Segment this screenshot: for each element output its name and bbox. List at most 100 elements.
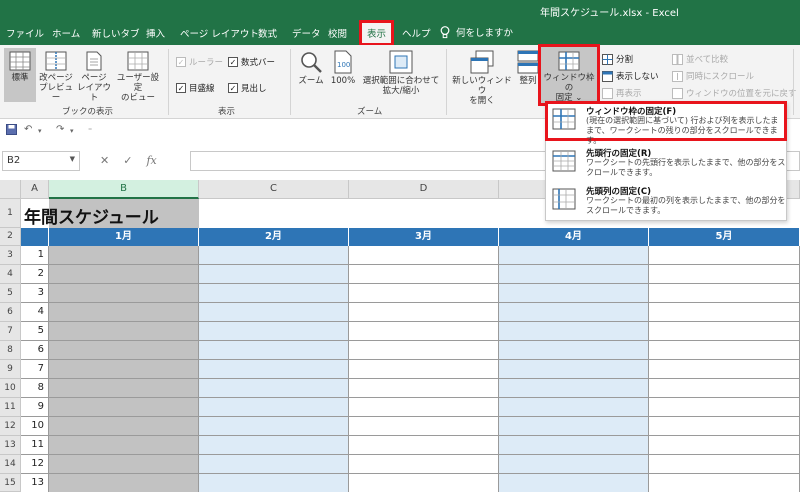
normal-view-button[interactable]: 標準 <box>4 48 36 102</box>
zoom-selection-button[interactable]: 選択範囲に合わせて 拡大/縮小 <box>360 48 442 96</box>
column-header-c[interactable]: C <box>199 180 349 199</box>
tab-help[interactable]: ヘルプ <box>402 26 431 40</box>
table-cell[interactable] <box>199 303 349 322</box>
table-cell[interactable] <box>649 265 800 284</box>
tab-insert[interactable]: 挿入 <box>146 26 165 40</box>
table-cell[interactable] <box>499 436 649 455</box>
redo-dropdown-icon[interactable]: ▾ <box>70 127 74 135</box>
gridlines-checkbox[interactable]: ✓ 目盛線 <box>176 82 215 94</box>
hide-button[interactable]: 表示しない <box>602 70 659 82</box>
table-cell[interactable] <box>199 417 349 436</box>
table-cell[interactable] <box>49 398 199 417</box>
table-cell[interactable] <box>349 303 499 322</box>
row-number-cell[interactable]: 4 <box>21 303 49 322</box>
tab-home[interactable]: ホーム <box>52 26 80 40</box>
row-header[interactable]: 13 <box>0 436 21 455</box>
menu-item-freeze-first-column[interactable]: 先頭列の固定(C) ワークシートの最初の列を表示したままで、他の部分をスクロール… <box>546 182 786 220</box>
table-cell[interactable] <box>199 265 349 284</box>
row-number-cell[interactable]: 10 <box>21 417 49 436</box>
table-cell[interactable] <box>349 246 499 265</box>
tab-view[interactable]: 表示 <box>358 20 395 46</box>
enter-icon[interactable]: ✓ <box>123 154 132 167</box>
column-header-d[interactable]: D <box>349 180 499 199</box>
row-number-cell[interactable]: 2 <box>21 265 49 284</box>
tab-data[interactable]: データ <box>292 26 321 40</box>
redo-icon[interactable]: ↷ <box>56 124 64 135</box>
table-cell[interactable] <box>649 341 800 360</box>
table-cell[interactable] <box>49 341 199 360</box>
row-number-cell[interactable]: 6 <box>21 341 49 360</box>
table-cell[interactable] <box>499 265 649 284</box>
table-cell[interactable] <box>49 417 199 436</box>
row-header[interactable]: 7 <box>0 322 21 341</box>
new-window-button[interactable]: 新しいウィンドウ を開く <box>450 48 514 106</box>
table-cell[interactable] <box>199 246 349 265</box>
row-header[interactable]: 4 <box>0 265 21 284</box>
table-cell[interactable] <box>349 436 499 455</box>
page-layout-button[interactable]: ページ レイアウト <box>76 48 112 103</box>
table-cell[interactable] <box>199 322 349 341</box>
row-header[interactable]: 8 <box>0 341 21 360</box>
table-cell[interactable] <box>499 379 649 398</box>
table-cell[interactable] <box>49 436 199 455</box>
table-cell[interactable] <box>649 360 800 379</box>
column-header-a[interactable]: A <box>21 180 49 199</box>
table-cell[interactable] <box>199 360 349 379</box>
headings-checkbox[interactable]: ✓ 見出し <box>228 82 267 94</box>
table-cell[interactable] <box>49 360 199 379</box>
tab-new[interactable]: 新しいタブ <box>92 26 140 40</box>
menu-item-freeze-top-row[interactable]: 先頭行の固定(R) ワークシートの先頭行を表示したままで、他の部分をスクロールで… <box>546 144 786 182</box>
sheet-title[interactable]: 年間スケジュール <box>21 199 199 228</box>
table-cell[interactable] <box>649 398 800 417</box>
save-icon[interactable] <box>6 124 17 138</box>
table-cell[interactable] <box>349 474 499 492</box>
tell-me[interactable]: 何をしますか <box>440 25 513 39</box>
table-cell[interactable] <box>199 474 349 492</box>
zoom-100-button[interactable]: 100 100% <box>329 48 357 86</box>
table-cell[interactable] <box>49 455 199 474</box>
month-header[interactable]: 5月 <box>649 228 800 246</box>
table-cell[interactable] <box>49 246 199 265</box>
table-cell[interactable] <box>199 341 349 360</box>
table-cell[interactable] <box>649 417 800 436</box>
row-number-cell[interactable]: 13 <box>21 474 49 492</box>
table-cell[interactable] <box>199 436 349 455</box>
row-number-cell[interactable]: 8 <box>21 379 49 398</box>
table-cell[interactable] <box>349 379 499 398</box>
table-cell[interactable] <box>649 322 800 341</box>
row-header[interactable]: 15 <box>0 474 21 492</box>
row-header[interactable]: 1 <box>0 199 21 228</box>
row-header[interactable]: 6 <box>0 303 21 322</box>
row-header[interactable]: 12 <box>0 417 21 436</box>
row-number-cell[interactable]: 9 <box>21 398 49 417</box>
table-cell[interactable] <box>499 341 649 360</box>
select-all-corner[interactable] <box>0 180 21 199</box>
table-cell[interactable] <box>649 436 800 455</box>
table-cell[interactable] <box>349 265 499 284</box>
table-cell[interactable] <box>649 246 800 265</box>
row-number-cell[interactable]: 11 <box>21 436 49 455</box>
table-cell[interactable] <box>649 379 800 398</box>
table-cell[interactable] <box>349 360 499 379</box>
custom-views-button[interactable]: ユーザー設定 のビュー <box>113 48 163 103</box>
table-cell[interactable] <box>499 398 649 417</box>
table-cell[interactable] <box>349 341 499 360</box>
row-header[interactable]: 3 <box>0 246 21 265</box>
table-cell[interactable] <box>499 322 649 341</box>
column-header-b[interactable]: B <box>49 180 199 199</box>
table-cell[interactable] <box>499 303 649 322</box>
tab-review[interactable]: 校閲 <box>328 26 347 40</box>
table-cell[interactable] <box>499 455 649 474</box>
table-cell[interactable] <box>199 398 349 417</box>
month-header[interactable]: 1月 <box>49 228 199 246</box>
row-header[interactable]: 14 <box>0 455 21 474</box>
undo-icon[interactable]: ↶ <box>24 124 32 135</box>
table-cell[interactable] <box>649 455 800 474</box>
split-button[interactable]: 分割 <box>602 53 633 65</box>
row-number-cell[interactable]: 1 <box>21 246 49 265</box>
customize-qat-icon[interactable]: ⁼ <box>88 126 92 135</box>
tab-formulas[interactable]: 数式 <box>258 26 277 40</box>
table-cell[interactable] <box>199 284 349 303</box>
table-cell[interactable] <box>649 284 800 303</box>
table-cell[interactable] <box>499 417 649 436</box>
